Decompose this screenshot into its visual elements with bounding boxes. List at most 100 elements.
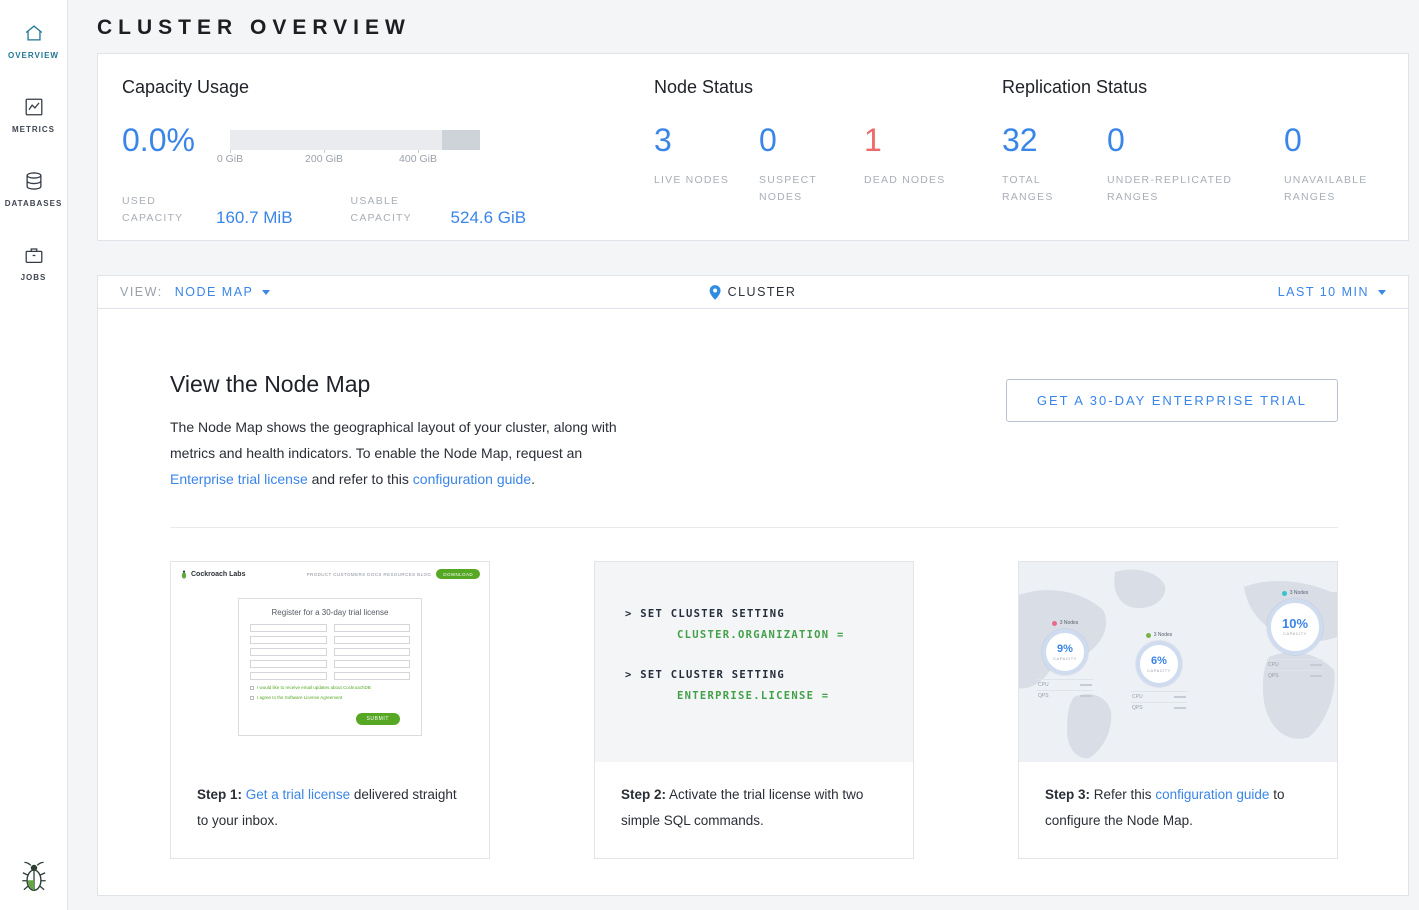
dead-nodes-value: 1 — [864, 122, 945, 158]
sidebar: OVERVIEW METRICS DATABASES JOBS — [0, 0, 68, 910]
region-nodes-tag: 3 Nodes — [1146, 632, 1173, 638]
view-label: VIEW: — [120, 285, 163, 299]
step3-caption: Step 3: Refer this configuration guide t… — [1019, 762, 1337, 858]
unavailable-ranges-stat: 0 UNAVAILABLE RANGES — [1284, 98, 1382, 206]
cockroach-bug-icon — [180, 569, 188, 580]
live-nodes-value: 3 — [654, 122, 759, 158]
checkbox-icon — [250, 696, 254, 700]
node-status-section: Node Status 3 LIVE NODES 0 SUSPECT NODES… — [654, 76, 1002, 222]
capacity-tick-200: 200 GiB — [305, 153, 343, 165]
dead-nodes-label: DEAD NODES — [864, 172, 945, 189]
used-capacity-value: 160.7 MiB — [216, 208, 293, 227]
mini-form-field — [334, 672, 411, 680]
mini-form-field — [250, 624, 327, 632]
code-argument: ENTERPRISE.LICENSE = — [625, 690, 913, 702]
capacity-bar-chart: 0 GiB 200 GiB 400 GiB — [230, 98, 480, 173]
description-text: . — [531, 471, 535, 487]
mini-form-checkbox-row: I would like to receive email updates ab… — [250, 685, 410, 690]
cluster-summary-card: Capacity Usage 0.0% 0 GiB — [97, 53, 1409, 241]
cockroachdb-logo[interactable] — [0, 860, 67, 894]
usable-capacity-label: USABLE CAPACITY — [351, 193, 429, 227]
mini-submit-button: SUBMIT — [356, 713, 401, 725]
sidebar-item-jobs[interactable]: JOBS — [0, 234, 67, 292]
configuration-guide-link[interactable]: configuration guide — [1155, 787, 1269, 802]
region-metrics: CPU QPS — [1131, 691, 1187, 713]
mini-form-field — [334, 636, 411, 644]
time-range-selector[interactable]: LAST 10 MIN — [1278, 285, 1386, 299]
region-dot-icon — [1146, 633, 1151, 638]
sidebar-item-label: JOBS — [21, 273, 47, 282]
sidebar-item-metrics[interactable]: METRICS — [0, 86, 67, 144]
suspect-nodes-label: SUSPECT NODES — [759, 172, 847, 206]
region-nodes-tag: 3 Nodes — [1282, 590, 1309, 596]
mini-download-button: DOWNLOAD — [436, 569, 480, 579]
live-nodes-stat: 3 LIVE NODES — [654, 98, 759, 206]
view-bar: VIEW: NODE MAP CLUSTER LAST 10 MIN — [97, 275, 1409, 309]
sidebar-item-overview[interactable]: OVERVIEW — [0, 12, 67, 70]
main-content: CLUSTER OVERVIEW Capacity Usage 0.0% — [68, 0, 1419, 910]
mini-site-brand: Cockroach Labs — [180, 569, 245, 580]
cockroach-bug-icon — [21, 860, 47, 894]
region-dot-icon — [1052, 621, 1057, 626]
map-region-marker: 3 Nodes 6% CAPACITY CPU QPS — [1131, 632, 1187, 713]
region-metrics: CPU QPS — [1267, 659, 1323, 681]
sidebar-item-databases[interactable]: DATABASES — [0, 160, 67, 218]
database-icon — [23, 170, 45, 192]
enterprise-trial-button[interactable]: GET A 30-DAY ENTERPRISE TRIAL — [1006, 379, 1338, 422]
unavailable-ranges-value: 0 — [1284, 122, 1382, 158]
page-title: CLUSTER OVERVIEW — [97, 0, 1409, 53]
location-pin-icon — [710, 285, 721, 300]
code-command: > SET CLUSTER SETTING — [625, 669, 913, 681]
step3-card: 3 Nodes 9% CAPACITY CPU QPS — [1018, 561, 1338, 859]
view-selector[interactable]: VIEW: NODE MAP — [120, 285, 270, 299]
sidebar-item-label: DATABASES — [5, 199, 63, 208]
usable-capacity-value: 524.6 GiB — [451, 208, 527, 227]
capacity-used-percent: 0.0% — [122, 122, 230, 158]
step1-card: Cockroach Labs PRODUCT CUSTOMERS DOCS RE… — [170, 561, 490, 859]
code-argument: CLUSTER.ORGANIZATION = — [625, 629, 913, 641]
node-map-description: The Node Map shows the geographical layo… — [170, 414, 635, 492]
mini-form-field — [250, 672, 327, 680]
enterprise-trial-license-link[interactable]: Enterprise trial license — [170, 471, 308, 487]
sidebar-item-label: OVERVIEW — [8, 51, 59, 60]
replication-status-section: Replication Status 32 TOTAL RANGES 0 UND… — [1002, 76, 1384, 222]
step3-map-preview: 3 Nodes 9% CAPACITY CPU QPS — [1019, 562, 1337, 762]
step3-label: Step 3: — [1045, 787, 1090, 802]
mini-trial-form: Register for a 30-day trial license — [238, 598, 422, 736]
metrics-icon — [23, 96, 45, 118]
description-text: and refer to this — [312, 471, 409, 487]
live-nodes-label: LIVE NODES — [654, 172, 742, 189]
steps-row: Cockroach Labs PRODUCT CUSTOMERS DOCS RE… — [170, 561, 1338, 859]
region-capacity-donut: 10% CAPACITY — [1267, 599, 1323, 655]
region-nodes-tag: 3 Nodes — [1052, 620, 1079, 626]
view-value: NODE MAP — [175, 285, 254, 299]
dead-nodes-stat: 1 DEAD NODES — [864, 98, 945, 206]
step2-caption: Step 2: Activate the trial license with … — [595, 762, 913, 858]
get-trial-license-link[interactable]: Get a trial license — [246, 787, 350, 802]
mini-form-field — [334, 624, 411, 632]
description-text: The Node Map shows the geographical layo… — [170, 419, 617, 461]
under-replicated-ranges-value: 0 — [1107, 122, 1284, 158]
app-root: OVERVIEW METRICS DATABASES JOBS CL — [0, 0, 1419, 910]
checkbox-icon — [250, 686, 254, 690]
capacity-bar-track — [230, 130, 480, 150]
map-region-marker: 3 Nodes 10% CAPACITY CPU QPS — [1267, 590, 1323, 681]
usable-capacity-stat: USABLE CAPACITY 524.6 GiB — [351, 193, 527, 227]
mini-form-field — [334, 648, 411, 656]
replication-status-title: Replication Status — [1002, 76, 1384, 98]
node-status-title: Node Status — [654, 76, 1002, 98]
total-ranges-label: TOTAL RANGES — [1002, 172, 1064, 206]
mini-form-field — [250, 648, 327, 656]
configuration-guide-link[interactable]: configuration guide — [413, 471, 531, 487]
mini-site-nav: PRODUCT CUSTOMERS DOCS RESOURCES BLOG — [307, 572, 432, 577]
step2-label: Step 2: — [621, 787, 666, 802]
suspect-nodes-stat: 0 SUSPECT NODES — [759, 98, 864, 206]
step2-code-block: > SET CLUSTER SETTING CLUSTER.ORGANIZATI… — [595, 562, 913, 762]
capacity-axis: 0 GiB 200 GiB 400 GiB — [230, 153, 480, 173]
node-map-panel: View the Node Map The Node Map shows the… — [97, 309, 1409, 896]
time-range-value: LAST 10 MIN — [1278, 285, 1369, 299]
region-capacity-donut: 6% CAPACITY — [1136, 641, 1182, 687]
suspect-nodes-value: 0 — [759, 122, 864, 158]
map-region-marker: 3 Nodes 9% CAPACITY CPU QPS — [1037, 620, 1093, 701]
mini-form-checkbox-row: I agree to the Software License Agreemen… — [250, 695, 410, 700]
